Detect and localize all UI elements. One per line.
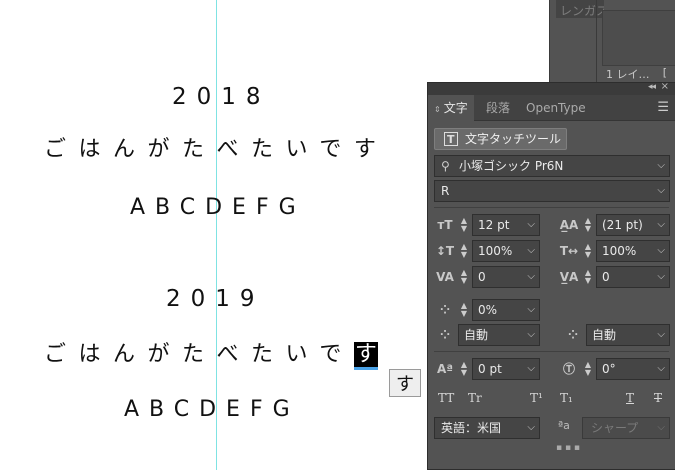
text-2019[interactable]: 2019	[166, 286, 265, 312]
tab-character[interactable]: ⇕ 文字	[428, 95, 474, 122]
tsume-field[interactable]: ⁘ ▲ ▼ 0% ⌵	[434, 299, 540, 321]
font-family-select[interactable]: ⚲ 小塚ゴシック Pr6N ⌵	[434, 155, 670, 177]
touch-type-tool-button[interactable]: 文字タッチツール	[434, 128, 567, 150]
panel-titlebar[interactable]: ◂◂ ×	[428, 81, 675, 95]
tab-paragraph[interactable]: 段落	[480, 95, 516, 121]
text-gohan-2[interactable]: ごはんがたべたいです	[44, 336, 378, 370]
aki-right-icon: ⁘	[567, 328, 579, 342]
font-size-icon: ᴛT	[437, 218, 453, 232]
stepper-icon[interactable]: ▲ ▼	[459, 269, 469, 285]
kerning-icon: VA	[436, 270, 454, 284]
baseline-shift-field[interactable]: Aª ▲ ▼ 0 pt ⌵	[434, 358, 540, 380]
stepper-icon[interactable]: ▲ ▼	[459, 243, 469, 259]
language-row: 英語：米国 ⌵ ªa シャープ ⌵	[434, 417, 670, 439]
artboard[interactable]: 2018 ごはんがたべたいです ABCDEFG 2019 ごはんがたべたいです …	[0, 0, 427, 470]
chevron-down-icon: ⌵	[527, 422, 535, 433]
text-gohan-1[interactable]: ごはんがたべたいです	[44, 131, 388, 163]
layers-panel-content	[602, 10, 675, 66]
touch-type-icon	[444, 130, 458, 150]
tab-opentype[interactable]: OpenType	[520, 95, 592, 121]
aki-left-field[interactable]: ⁘ 自動 ⌵	[434, 324, 540, 346]
aki-left-icon: ⁘	[439, 328, 451, 342]
text-2018[interactable]: 2018	[172, 84, 271, 110]
vertical-scale-icon: ↕T	[435, 244, 455, 258]
underline-button[interactable]: T	[626, 391, 634, 405]
leading-icon: A̲A	[559, 218, 579, 232]
chevron-down-icon: ⌵	[657, 160, 665, 171]
tsume-icon: ⁘	[439, 303, 451, 317]
panel-footer-icons: ▪ ▪ ▪	[556, 443, 581, 453]
panel-tabs: ⇕ 文字 段落 OpenType ☰	[428, 95, 675, 122]
font-size-field[interactable]: ᴛT ▲ ▼ 12 pt ⌵	[434, 214, 540, 236]
divider	[434, 351, 669, 352]
type-style-toggles: TT Tr T¹ T₁ T T	[434, 391, 670, 409]
leading-field[interactable]: A̲A ▲ ▼ (21 pt) ⌵	[558, 214, 670, 236]
text-abcdefg-2[interactable]: ABCDEFG	[124, 397, 300, 422]
layers-panel-footer: 1 レイ… [	[602, 66, 675, 82]
close-icon[interactable]: ×	[661, 81, 669, 92]
stepper-icon[interactable]: ▲ ▼	[459, 302, 469, 318]
small-caps-button[interactable]: Tr	[468, 391, 482, 405]
divider	[434, 207, 669, 208]
layers-footer-menu[interactable]: [	[663, 66, 667, 79]
horizontal-scale-icon: T↔	[559, 244, 579, 258]
font-style-select[interactable]: R ⌵	[434, 180, 670, 202]
horizontal-scale-field[interactable]: T↔ ▲ ▼ 100% ⌵	[558, 240, 670, 262]
search-icon: ⚲	[441, 159, 450, 173]
stepper-icon[interactable]: ▲ ▼	[583, 269, 593, 285]
superscript-button[interactable]: T¹	[530, 391, 543, 405]
aki-right-field[interactable]: ⁘ 自動 ⌵	[562, 324, 670, 346]
ime-candidate-box[interactable]: す	[389, 369, 421, 397]
baseline-shift-icon: Aª	[436, 362, 454, 376]
language-select[interactable]: 英語：米国 ⌵	[434, 417, 540, 439]
stepper-icon[interactable]: ▲ ▼	[583, 243, 593, 259]
tab-expand-icon: ⇕	[434, 105, 441, 114]
panel-menu-icon[interactable]: ☰	[657, 100, 669, 115]
vertical-scale-field[interactable]: ↕T ▲ ▼ 100% ⌵	[434, 240, 540, 262]
kerning-field[interactable]: VA ▲ ▼ 0 ⌵	[434, 266, 540, 288]
antialias-select[interactable]: シャープ ⌵	[582, 417, 670, 439]
panel-divider	[596, 0, 597, 84]
character-panel: ◂◂ × ⇕文字 段落 OpenType ☰ 文字タッチツール ⚲ 小塚ゴシック…	[427, 81, 675, 470]
rotation-icon: Ⓣ	[562, 362, 575, 376]
text-gohan-2-main: ごはんがたべたいで	[44, 342, 354, 367]
stepper-icon[interactable]: ▲ ▼	[459, 217, 469, 233]
layers-panel: レンガス 1 レイ… [	[549, 0, 675, 84]
text-abcdefg-1[interactable]: ABCDEFG	[130, 195, 306, 220]
subscript-button[interactable]: T₁	[560, 391, 573, 405]
tracking-icon: V̲A	[559, 270, 579, 284]
all-caps-button[interactable]: TT	[438, 391, 454, 405]
rotation-field[interactable]: Ⓣ ▲ ▼ 0° ⌵	[558, 358, 670, 380]
strikethrough-button[interactable]: T	[654, 391, 662, 405]
stepper-icon[interactable]: ▲ ▼	[459, 361, 469, 377]
stepper-icon[interactable]: ▲ ▼	[583, 217, 593, 233]
collapse-icon[interactable]: ◂◂	[648, 82, 656, 92]
chevron-down-icon: ⌵	[657, 185, 665, 196]
chevron-down-icon: ⌵	[657, 422, 665, 433]
layer-count-label: 1 レイ…	[606, 68, 650, 81]
selected-character[interactable]: す	[353, 342, 378, 370]
stepper-icon[interactable]: ▲ ▼	[583, 361, 593, 377]
antialias-icon: ªa	[558, 419, 570, 432]
tracking-field[interactable]: V̲A ▲ ▼ 0 ⌵	[558, 266, 670, 288]
